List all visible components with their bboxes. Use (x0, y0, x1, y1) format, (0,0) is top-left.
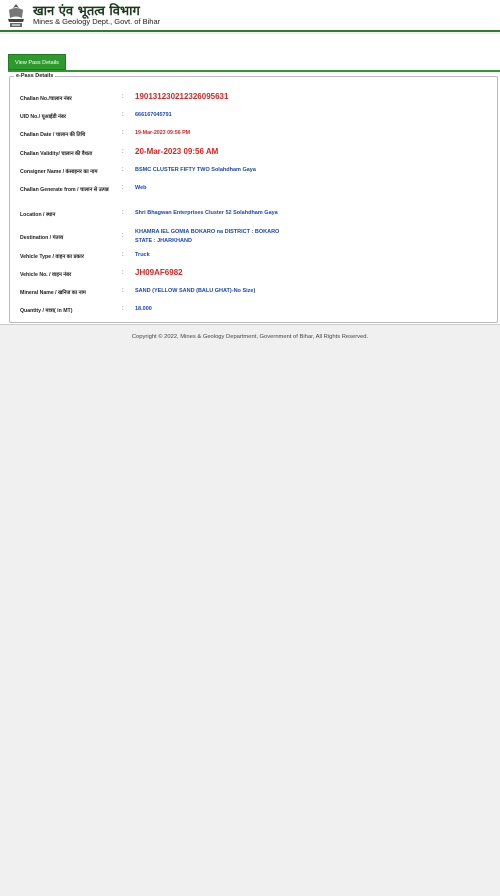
detail-colon: : (122, 130, 124, 136)
view-pass-details-tab[interactable]: View Pass Details (8, 54, 66, 70)
epass-legend: e-Pass Details (14, 73, 56, 79)
detail-colon: : (122, 252, 124, 258)
detail-colon: : (122, 270, 124, 276)
detail-colon: : (122, 112, 124, 118)
detail-colon: : (122, 94, 124, 100)
detail-label: Destination / गंतव्य (20, 235, 64, 241)
detail-colon: : (122, 149, 124, 155)
generate-from-value: Web (135, 185, 147, 191)
detail-label: Consigner Name / कंसाइनर का नाम (20, 169, 98, 175)
detail-label: Challan No./चालान नंबर (20, 96, 72, 102)
detail-label: Challan Date / चालान की तिथि (20, 132, 86, 138)
detail-label: Location / स्थान (20, 212, 56, 218)
detail-colon: : (122, 185, 124, 191)
uid-value: 666167045791 (135, 112, 172, 118)
mineral-value: SAND (YELLOW SAND (BALU GHAT)-No Size) (135, 288, 256, 294)
site-header: खान एंव भूतत्व विभाग Mines & Geology Dep… (0, 0, 500, 32)
epass-details-panel: e-Pass Details Challan No./चालान नंबर : … (9, 73, 498, 323)
detail-label: Quantity / मात्रा( in MT) (20, 308, 73, 314)
consigner-value: BSMC CLUSTER FIFTY TWO Solahdham Gaya (135, 167, 256, 173)
site-footer: Copyright © 2022, Mines & Geology Depart… (0, 324, 500, 896)
detail-colon: : (122, 233, 124, 239)
vehicle-type-value: Truck (135, 252, 150, 258)
detail-colon: : (122, 288, 124, 294)
destination-line-state: STATE : JHARKHAND (135, 238, 192, 244)
detail-label: Mineral Name / खनिज का नाम (20, 290, 86, 296)
main-content: View Pass Details e-Pass Details Challan… (0, 34, 500, 324)
destination-line-district: KHAMRA IEL GOMIA BOKARO na DISTRICT : BO… (135, 229, 280, 235)
location-value: Shri Bhagwan Enterprises Cluster 52 Sola… (135, 210, 278, 216)
detail-label: Challan Validity/ चालान की वैधता (20, 151, 93, 157)
copyright-text: Copyright © 2022, Mines & Geology Depart… (131, 334, 369, 340)
detail-colon: : (122, 167, 124, 173)
challan-date-value: 19-Mar-2023 09:56 PM (135, 130, 191, 136)
detail-label: UID No./ यूआईडी नंबर (20, 114, 66, 120)
bihar-emblem-icon (4, 2, 28, 29)
challan-validity-value: 20-Mar-2023 09:56 AM (135, 147, 219, 156)
destination-value: KHAMRA IEL GOMIA BOKARO na DISTRICT : BO… (135, 228, 279, 246)
tab-underline (8, 70, 500, 72)
footer-divider (0, 324, 500, 325)
detail-label: Vehicle Type / वाहन का प्रकार (20, 254, 84, 260)
vehicle-no-value: JH09AF6982 (135, 268, 183, 277)
dept-title-english: Mines & Geology Dept., Govt. of Bihar (33, 17, 161, 26)
detail-label: Challan Generate from / चालान से उत्पन्न (20, 187, 109, 193)
challan-no-value: 190131230212326095631 (135, 92, 229, 101)
detail-label: Vehicle No. / वाहन नंबर (20, 272, 72, 278)
quantity-value: 18.000 (135, 306, 152, 312)
detail-colon: : (122, 306, 124, 312)
detail-colon: : (122, 210, 124, 216)
